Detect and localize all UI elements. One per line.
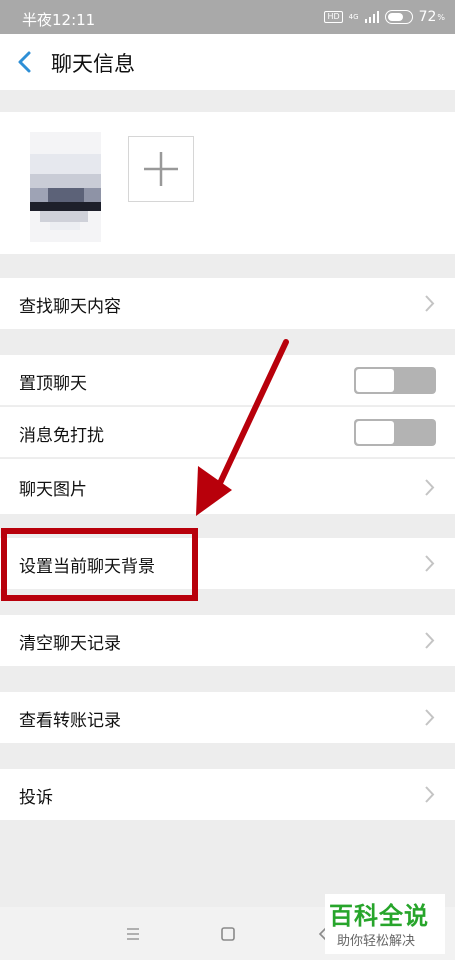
status-bar: 半夜12:11 HD 4G 72%: [0, 0, 455, 34]
toggle-knob: [356, 369, 394, 392]
battery-level: [387, 13, 404, 21]
battery-percent: 72: [418, 9, 437, 25]
chat-images-label: 聊天图片: [19, 480, 87, 500]
chevron-right-icon: [425, 555, 435, 572]
member-avatar[interactable]: [30, 132, 101, 242]
set-background-label: 设置当前聊天背景: [19, 557, 155, 577]
mute-toggle[interactable]: [354, 419, 436, 446]
transfer-records-row[interactable]: 查看转账记录: [0, 692, 455, 743]
chevron-right-icon: [425, 709, 435, 726]
report-label: 投诉: [19, 788, 53, 808]
set-background-row[interactable]: 设置当前聊天背景: [0, 538, 455, 589]
chevron-right-icon: [425, 479, 435, 496]
menu-icon[interactable]: [120, 921, 146, 947]
watermark-title: 百科全说: [329, 902, 429, 930]
divider: [0, 457, 455, 458]
back-arrow-icon[interactable]: [12, 48, 40, 76]
signal-icon: [364, 11, 379, 23]
header: 聊天信息: [0, 34, 455, 90]
members-section: [0, 112, 455, 254]
transfer-records-label: 查看转账记录: [19, 711, 121, 731]
chevron-right-icon: [425, 295, 435, 312]
search-chat-label: 查找聊天内容: [19, 297, 121, 317]
pin-chat-label: 置顶聊天: [19, 374, 87, 394]
clear-history-row[interactable]: 清空聊天记录: [0, 615, 455, 666]
search-chat-row[interactable]: 查找聊天内容: [0, 278, 455, 329]
pin-chat-row: 置顶聊天: [0, 355, 455, 406]
status-time: 半夜12:11: [22, 11, 96, 29]
mute-row: 消息免打扰: [0, 407, 455, 458]
chat-images-row[interactable]: 聊天图片: [0, 459, 455, 514]
chevron-right-icon: [425, 786, 435, 803]
network-type-icon: 4G: [348, 13, 359, 21]
status-icons: HD 4G 72%: [324, 8, 445, 26]
chevron-right-icon: [425, 632, 435, 649]
page-title: 聊天信息: [51, 52, 135, 76]
battery-icon: [384, 10, 413, 24]
pin-chat-toggle[interactable]: [354, 367, 436, 394]
report-row[interactable]: 投诉: [0, 769, 455, 820]
clear-history-label: 清空聊天记录: [19, 634, 121, 654]
percent-sign: %: [437, 12, 445, 22]
hd-icon: HD: [324, 11, 343, 23]
watermark-logo: 百科全说 助你轻松解决: [325, 894, 445, 954]
watermark-subtitle: 助你轻松解决: [337, 934, 416, 949]
divider: [0, 405, 455, 406]
toggle-knob: [356, 421, 394, 444]
add-member-button[interactable]: [128, 136, 194, 202]
home-icon[interactable]: [215, 921, 241, 947]
mute-label: 消息免打扰: [19, 426, 104, 446]
